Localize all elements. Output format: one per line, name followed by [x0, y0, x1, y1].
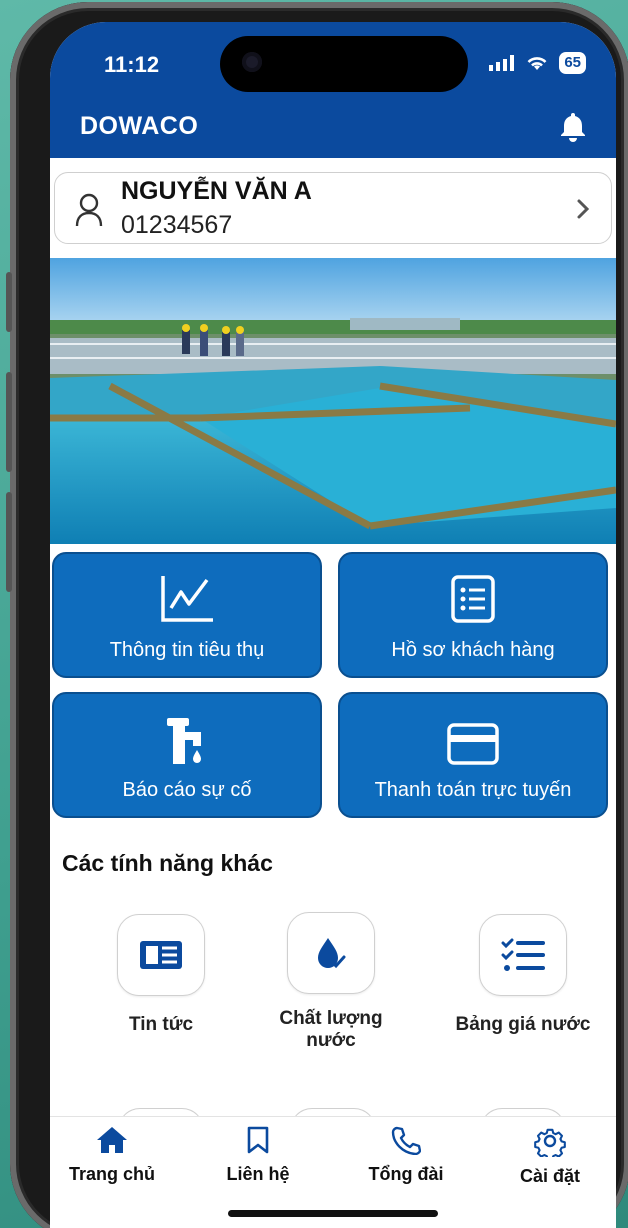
user-name: NGUYỄN VĂN A	[121, 177, 312, 205]
water-plant-banner-image	[50, 258, 616, 544]
tile-label: Báo cáo sự cố	[122, 779, 252, 801]
report-incident-tile[interactable]: Báo cáo sự cố	[52, 692, 322, 818]
newspaper-icon	[140, 941, 182, 969]
tab-label: Liên hệ	[226, 1164, 290, 1184]
bookmark-icon	[247, 1126, 269, 1154]
water-quality-button[interactable]	[287, 912, 375, 994]
banner-illustration	[50, 258, 616, 544]
status-indicators: 65	[489, 52, 586, 74]
feature-news[interactable]: Tin tức	[86, 914, 236, 1036]
app-header: 11:12 65 DOWACO	[50, 22, 616, 158]
notification-bell-icon[interactable]	[558, 110, 588, 142]
credit-card-icon	[447, 723, 499, 765]
feature-label: Chất lượng nước	[279, 1008, 383, 1051]
tab-label: Tổng đài	[368, 1164, 444, 1184]
tile-label: Thông tin tiêu thụ	[109, 639, 265, 661]
faucet-icon	[167, 718, 201, 764]
other-features-title: Các tính năng khác	[62, 850, 273, 876]
chevron-right-icon	[577, 199, 590, 219]
home-icon	[97, 1127, 127, 1153]
gear-icon	[534, 1128, 566, 1161]
volume-down-button	[6, 492, 12, 592]
user-icon	[75, 193, 103, 227]
water-drop-icon	[318, 938, 346, 969]
home-indicator[interactable]	[228, 1210, 438, 1217]
tab-label: Cài đặt	[519, 1166, 580, 1186]
checklist-icon	[501, 938, 545, 971]
water-price-button[interactable]	[479, 914, 567, 996]
phone-icon	[391, 1126, 422, 1156]
feature-water-quality[interactable]: Chất lượng nước	[256, 912, 406, 1052]
tab-label: Trang chủ	[68, 1164, 155, 1184]
camera-icon	[242, 52, 262, 72]
dynamic-island	[220, 36, 468, 92]
signal-icon	[489, 55, 515, 71]
phone-frame: 11:12 65 DOWACO NGUYỄN VĂN A 01234567 Th…	[6, 2, 628, 1228]
wifi-icon	[527, 57, 547, 70]
status-time: 11:12	[104, 52, 160, 77]
customer-profile-tile[interactable]: Hồ sơ khách hàng	[338, 552, 608, 678]
consumption-info-tile[interactable]: Thông tin tiêu thụ	[52, 552, 322, 678]
account-number: 01234567	[121, 211, 233, 239]
volume-up-button	[6, 372, 12, 472]
feature-label: Bảng giá nước	[455, 1014, 591, 1035]
tile-label: Thanh toán trực tuyến	[374, 779, 572, 801]
list-document-icon	[451, 575, 495, 623]
mute-switch	[6, 272, 12, 332]
online-payment-tile[interactable]: Thanh toán trực tuyến	[338, 692, 608, 818]
tab-home[interactable]: Trang chủ	[52, 1125, 172, 1185]
tab-contact[interactable]: Liên hệ	[198, 1125, 318, 1185]
chart-icon	[161, 576, 213, 622]
tab-settings[interactable]: Cài đặt	[490, 1125, 610, 1187]
feature-water-price[interactable]: Bảng giá nước	[448, 914, 598, 1036]
tile-label: Hồ sơ khách hàng	[391, 639, 555, 661]
app-screen: 11:12 65 DOWACO NGUYỄN VĂN A 01234567 Th…	[50, 22, 616, 1228]
battery-indicator: 65	[559, 52, 586, 74]
news-button[interactable]	[117, 914, 205, 996]
tab-hotline[interactable]: Tổng đài	[346, 1125, 466, 1185]
feature-label: Tin tức	[128, 1014, 194, 1035]
user-account-card[interactable]: NGUYỄN VĂN A 01234567	[54, 172, 612, 244]
app-title: DOWACO	[80, 112, 199, 140]
